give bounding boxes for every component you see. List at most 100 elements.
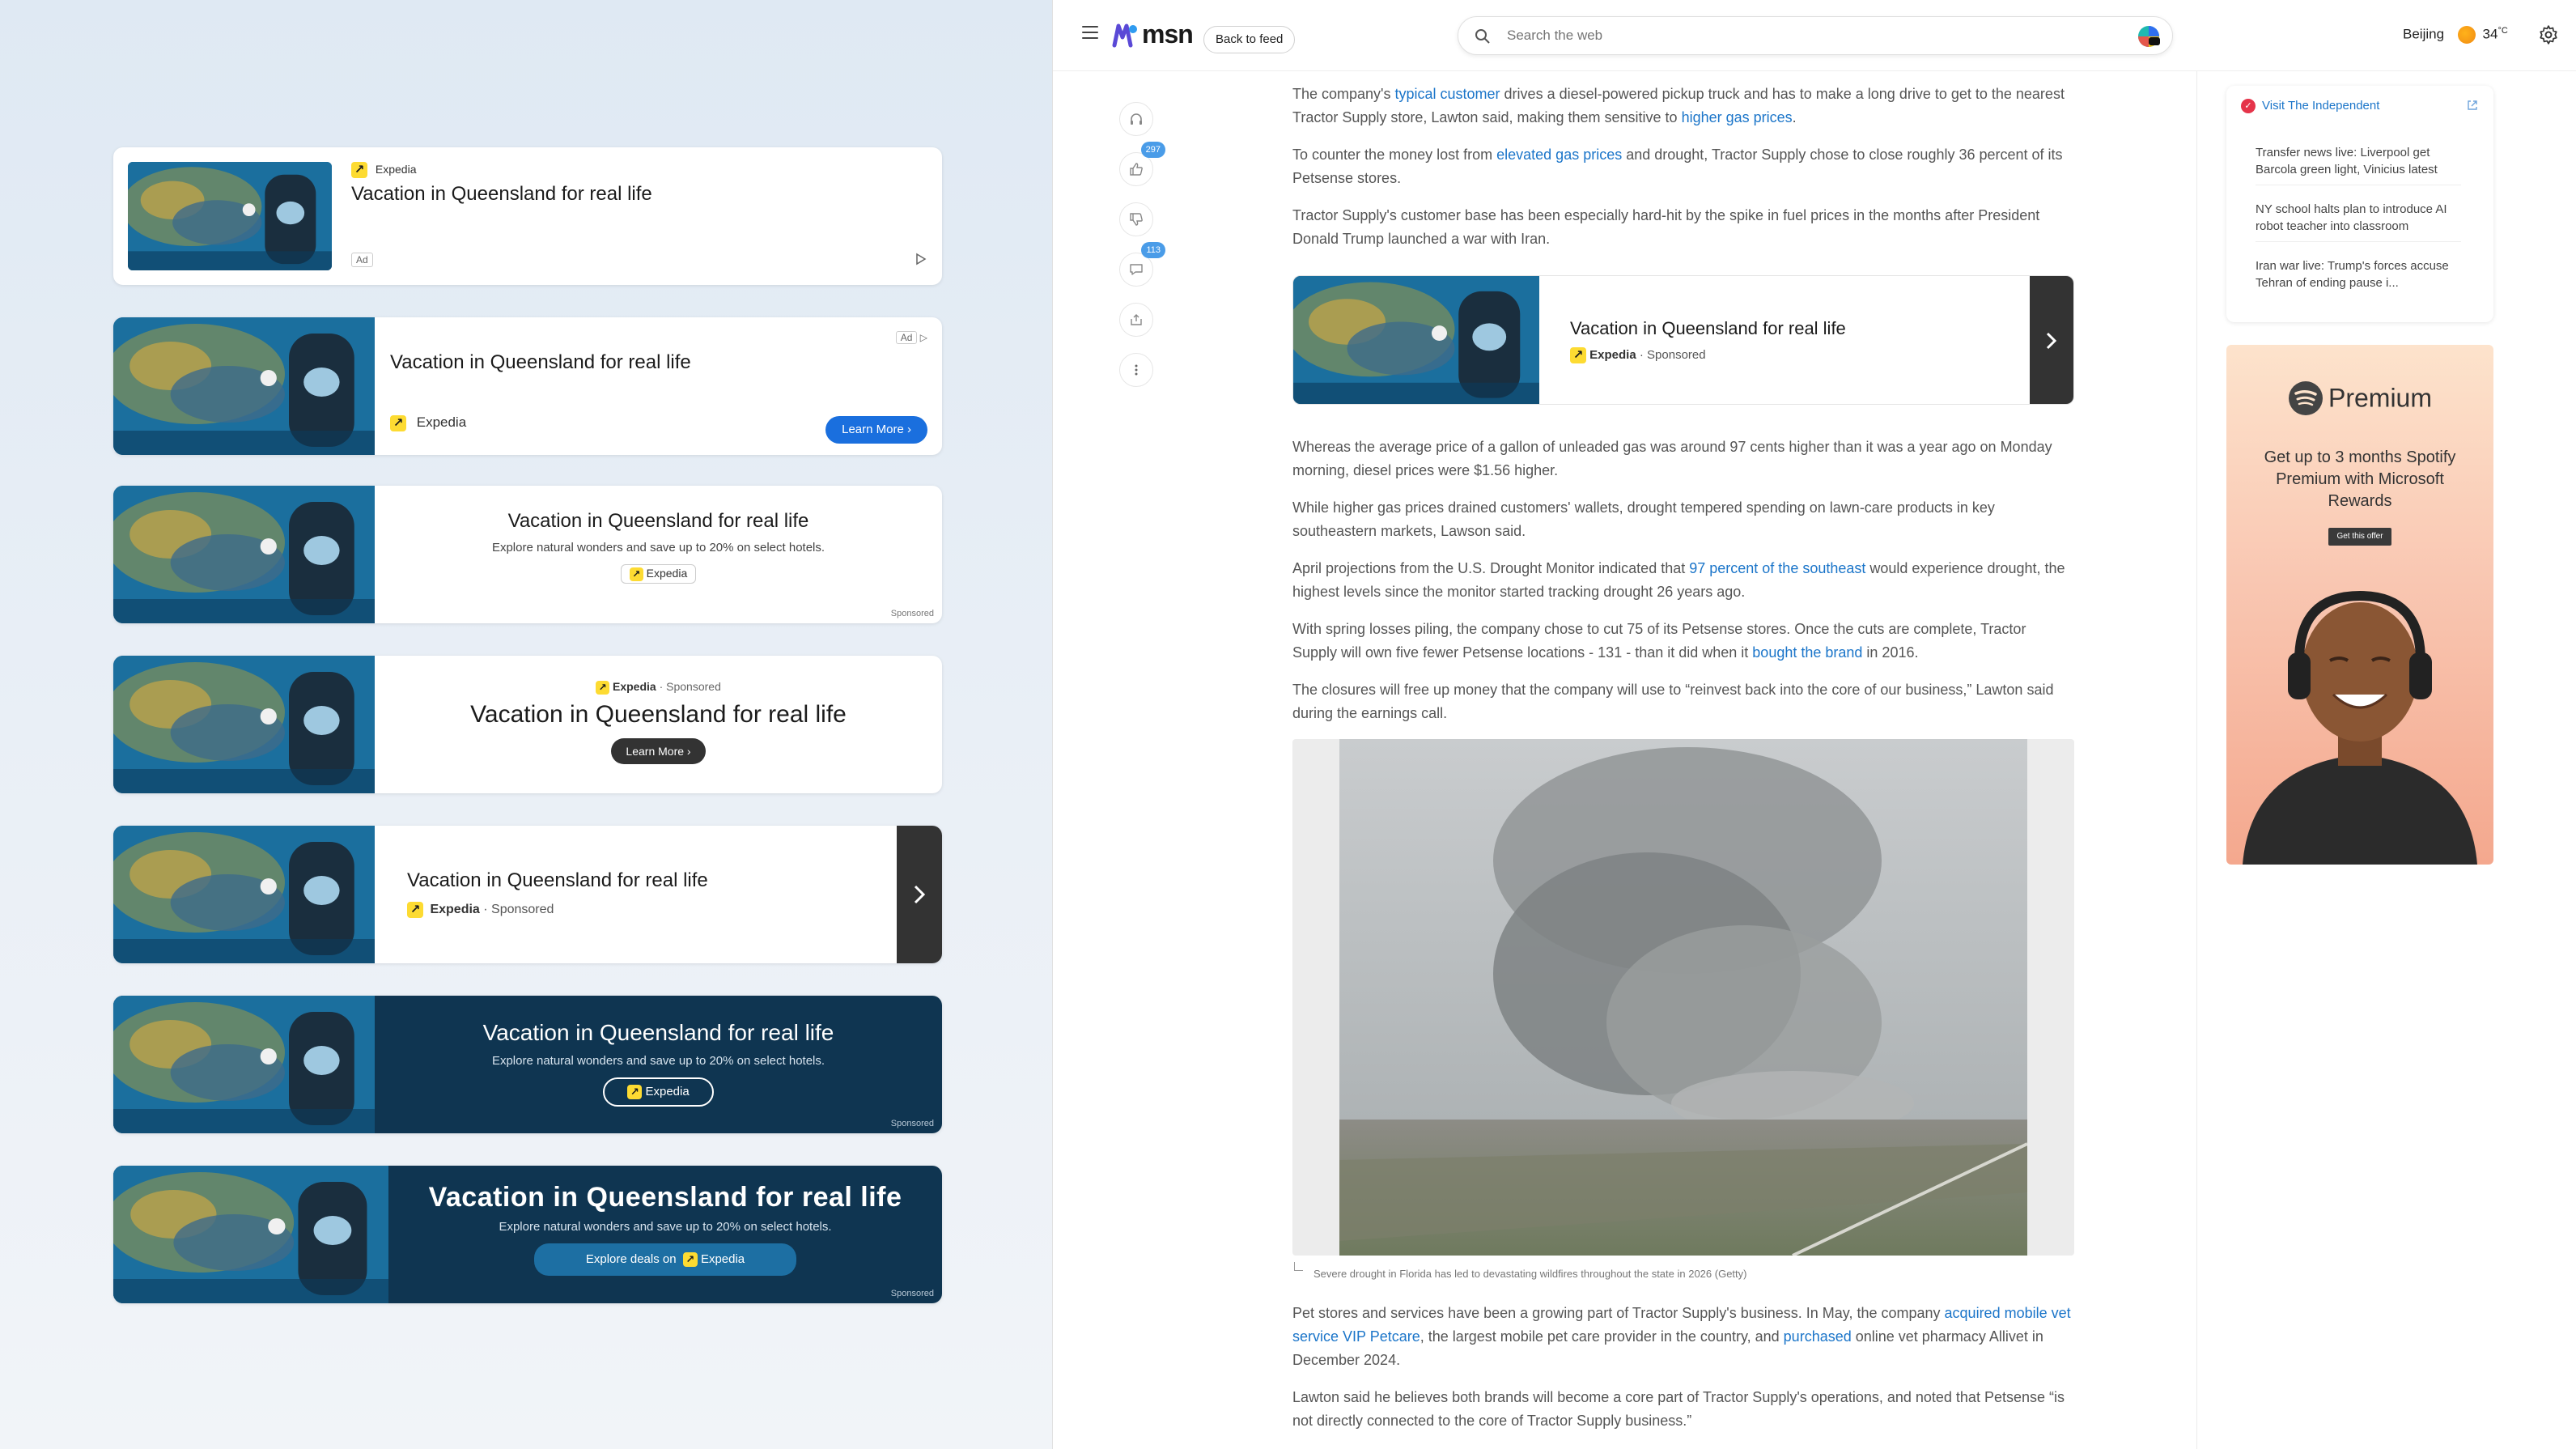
article-link[interactable]: typical customer	[1395, 86, 1500, 102]
ad-arrow-button[interactable]	[2030, 276, 2073, 404]
text-run: The company's	[1292, 86, 1395, 102]
learn-more-button[interactable]: Learn More ›	[825, 416, 927, 444]
ad-variant-6[interactable]: Vacation in Queensland for real life Exp…	[113, 996, 942, 1133]
ad-variant-5[interactable]: Vacation in Queensland for real life ↗ E…	[113, 826, 942, 963]
related-story[interactable]: Iran war live: Trump's forces accuse Teh…	[2256, 257, 2461, 298]
brand-button[interactable]: ↗ Expedia	[603, 1077, 714, 1107]
share-button[interactable]	[1119, 303, 1153, 337]
weather-unit: °C	[2497, 26, 2508, 36]
promo-cta-button[interactable]: Get this offer	[2328, 528, 2391, 546]
inline-sponsored-ad[interactable]: Vacation in Queensland for real life ↗ E…	[1292, 275, 2074, 405]
article-figure[interactable]	[1292, 739, 2074, 1256]
ad-variant-3[interactable]: Vacation in Queensland for real life Exp…	[113, 486, 942, 623]
ad-title[interactable]: Vacation in Queensland for real life	[375, 701, 942, 729]
ad-brand: Expedia	[375, 162, 417, 176]
ad-photo	[113, 317, 375, 455]
publisher-card: ✓ Visit The Independent Transfer news liv…	[2226, 86, 2493, 322]
promo-text: Get up to 3 months Spotify Premium with …	[2264, 448, 2456, 510]
msn-logo-icon[interactable]	[1111, 21, 1140, 50]
ad-brand: Expedia	[416, 414, 467, 430]
ad-brand: Expedia	[430, 903, 480, 917]
msn-page: msn Back to feed Beijing 34°C	[1052, 0, 2576, 1449]
copilot-icon[interactable]	[2137, 24, 2161, 49]
article-paragraph: The company's typical customer drives a …	[1292, 83, 2074, 130]
comment-button[interactable]: 113	[1119, 242, 1165, 287]
learn-more-label: Learn More	[842, 423, 904, 436]
more-options-button[interactable]	[1119, 353, 1153, 387]
ad-badge: Ad	[895, 331, 918, 344]
like-button[interactable]: 297	[1119, 142, 1165, 186]
ad-arrow-button[interactable]	[897, 826, 942, 963]
ad-title[interactable]: Vacation in Queensland for real life	[375, 1020, 942, 1046]
chevron-right-icon: ›	[907, 423, 911, 436]
ad-photo	[113, 826, 375, 963]
weather-temp: 34	[2482, 26, 2498, 42]
article-paragraph: April projections from the U.S. Drought …	[1292, 557, 2074, 604]
article-paragraph: Pet stores and services have been a grow…	[1292, 1302, 2074, 1372]
publisher-link[interactable]: ✓ Visit The Independent	[2241, 99, 2379, 114]
weather-widget[interactable]: Beijing 34°C	[2403, 26, 2508, 44]
diver-fish-image	[128, 162, 332, 270]
back-to-feed-button[interactable]: Back to feed	[1203, 26, 1296, 53]
hamburger-icon[interactable]	[1082, 26, 1098, 43]
ad-photo	[128, 162, 332, 270]
ad-title[interactable]: Vacation in Queensland for real life	[351, 183, 652, 206]
article-paragraph: With spring losses piling, the company c…	[1292, 618, 2074, 665]
adchoices-icon[interactable]	[915, 253, 927, 270]
sponsored-label: · Sponsored	[1639, 348, 1706, 362]
ad-description: Explore natural wonders and save up to 2…	[491, 1054, 825, 1068]
ad-brand: Expedia	[645, 1085, 690, 1098]
article-link[interactable]: higher gas prices	[1682, 109, 1793, 125]
search-input[interactable]	[1507, 17, 2106, 54]
learn-more-label: Learn More	[626, 744, 685, 758]
ad-title[interactable]: Vacation in Queensland for real life	[1570, 317, 1846, 340]
external-link-icon[interactable]	[2466, 99, 2479, 112]
text-run: , the largest mobile pet care provider i…	[1420, 1328, 1784, 1345]
article-paragraph: Whereas the average price of a gallon of…	[1292, 439, 2052, 478]
spotify-promo-ad[interactable]: Premium Get up to 3 months Spotify Premi…	[2226, 345, 2493, 865]
expedia-logo-icon: ↗	[627, 1085, 643, 1100]
share-icon	[1131, 314, 1142, 325]
listen-button[interactable]	[1119, 102, 1153, 136]
article-link[interactable]: purchased	[1784, 1328, 1852, 1345]
ad-photo	[113, 996, 375, 1133]
sponsored-label: Sponsored	[890, 609, 934, 618]
ad-variant-2[interactable]: Ad ▷ Vacation in Queensland for real lif…	[113, 317, 942, 455]
ad-brand-row: ↗ Expedia	[390, 414, 466, 431]
ad-variant-1[interactable]: ↗ Expedia Vacation in Queensland for rea…	[113, 147, 942, 285]
article-paragraph: To counter the money lost from elevated …	[1292, 143, 2074, 190]
dislike-button[interactable]	[1119, 202, 1153, 236]
ad-photo	[113, 656, 375, 793]
ad-badge: Ad	[351, 253, 373, 267]
ad-title[interactable]: Vacation in Queensland for real life	[390, 351, 691, 374]
spotify-logo-icon	[2288, 381, 2323, 415]
ad-brand: Expedia	[1589, 348, 1636, 362]
learn-more-button[interactable]: Learn More ›	[611, 737, 706, 764]
related-story[interactable]: Transfer news live: Liverpool get Barcol…	[2256, 144, 2461, 185]
ad-variant-7[interactable]: Vacation in Queensland for real life Exp…	[113, 1166, 942, 1303]
comment-count: 113	[1141, 242, 1165, 258]
related-story[interactable]: NY school halts plan to introduce AI rob…	[2256, 201, 2461, 242]
diver-fish-image	[113, 996, 375, 1133]
ad-variant-4[interactable]: ↗ Expedia · Sponsored Vacation in Queens…	[113, 656, 942, 793]
diver-fish-image	[113, 486, 375, 623]
ad-title[interactable]: Vacation in Queensland for real life	[407, 869, 708, 892]
article-paragraph: While higher gas prices drained customer…	[1292, 499, 1995, 539]
headphones-icon	[1131, 113, 1142, 125]
article-link[interactable]: bought the brand	[1752, 644, 1862, 661]
article-link[interactable]: elevated gas prices	[1496, 147, 1622, 163]
ad-photo	[113, 1166, 388, 1303]
search-bar[interactable]	[1458, 16, 2173, 55]
expedia-logo-icon: ↗	[390, 414, 406, 431]
msn-logo-text[interactable]: msn	[1142, 19, 1194, 49]
adchoices-icon[interactable]: ▷	[920, 332, 927, 343]
gear-icon[interactable]	[2538, 24, 2559, 45]
ad-title[interactable]: Vacation in Queensland for real life	[375, 510, 942, 533]
ad-brand-row: ↗ Expedia · Sponsored	[1570, 347, 1706, 364]
ad-title[interactable]: Vacation in Queensland for real life	[388, 1182, 942, 1213]
figure-caption: Severe drought in Florida has led to dev…	[1292, 1262, 2074, 1285]
diver-fish-image	[113, 826, 375, 963]
article-link[interactable]: 97 percent of the southeast	[1689, 560, 1865, 576]
brand-chip[interactable]: ↗ Expedia	[620, 564, 697, 584]
explore-deals-button[interactable]: Explore deals on ↗ Expedia	[533, 1243, 797, 1276]
